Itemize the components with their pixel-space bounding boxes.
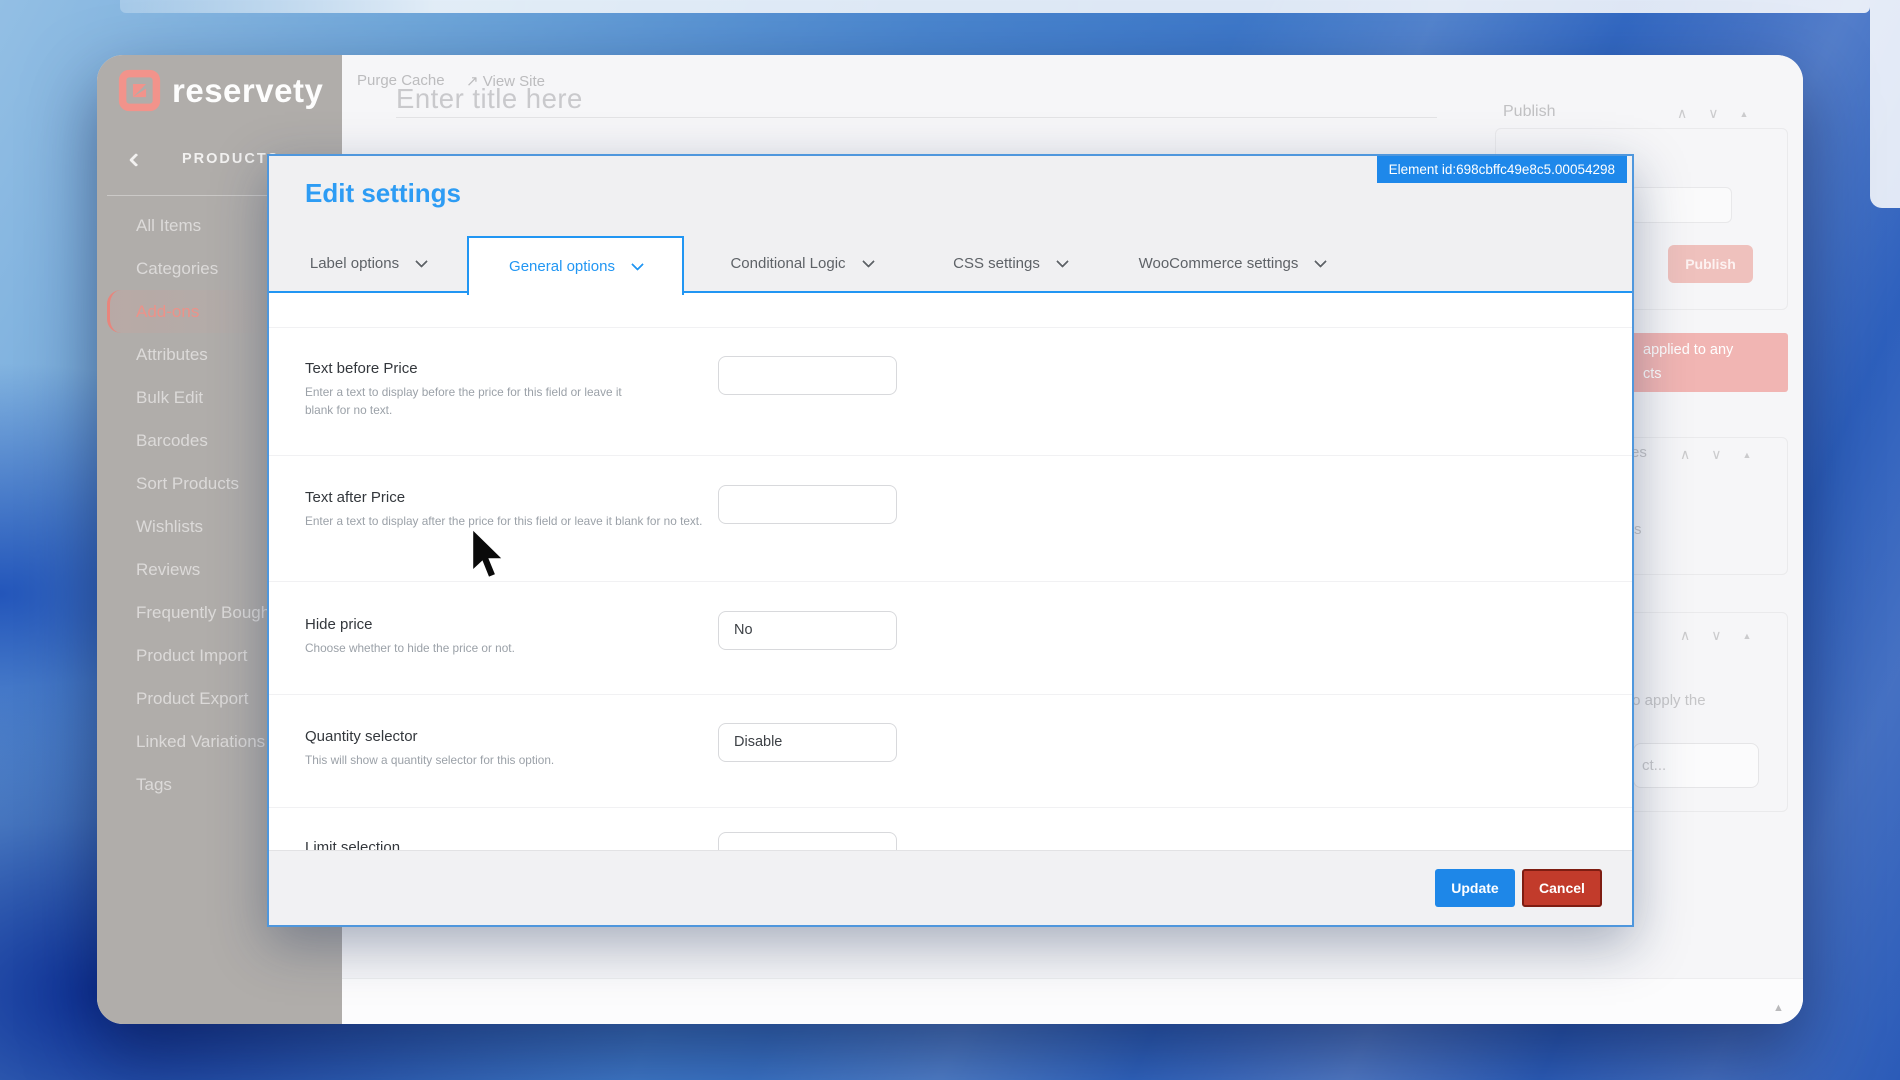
cancel-button[interactable]: Cancel [1522, 869, 1602, 907]
footer-collapse-icon[interactable]: ▲ [1773, 1002, 1784, 1014]
window-footer-bar [342, 978, 1803, 1024]
hide-price-select[interactable]: No [718, 611, 897, 650]
logo[interactable]: reservety [117, 68, 323, 113]
field-label-text-after-price: Text after Price [305, 489, 406, 506]
metabox-controls: ∧ ∨ ▲ [1680, 446, 1751, 463]
publish-panel-heading: Publish [1503, 103, 1556, 120]
collapse-toggle-icon[interactable]: ▲ [1743, 631, 1752, 641]
tab-general-options[interactable]: General options [467, 236, 684, 295]
move-down-icon[interactable]: ∨ [1711, 627, 1721, 644]
chevron-down-icon [1314, 254, 1328, 268]
chevron-down-icon [631, 257, 644, 271]
move-down-icon[interactable]: ∨ [1711, 446, 1721, 463]
warning-alert-text: applied to any [1643, 342, 1734, 358]
move-up-icon[interactable]: ∧ [1680, 627, 1690, 644]
post-title-input[interactable]: Enter title here [396, 83, 583, 115]
publish-panel-controls: ∧ ∨ ▲ [1677, 105, 1748, 122]
reservety-logo-icon [118, 69, 161, 112]
mouse-cursor-icon [471, 528, 505, 579]
product-select-input[interactable]: ct... [1633, 743, 1759, 788]
tab-woocommerce-settings[interactable]: WooCommerce settings [1101, 236, 1363, 291]
text-before-price-input[interactable] [718, 356, 897, 395]
chevron-down-icon [861, 254, 875, 268]
move-down-icon[interactable]: ∨ [1708, 105, 1718, 122]
metabox-text-fragment: s [1634, 521, 1642, 538]
element-id-badge: Element id:698cbffc49e8c5.00054298 [1376, 156, 1627, 183]
metabox-controls: ∧ ∨ ▲ [1680, 627, 1751, 644]
quantity-selector-select[interactable]: Disable [718, 723, 897, 762]
field-help-text: Enter a text to display before the price… [305, 385, 622, 417]
title-underline [396, 117, 1437, 118]
move-up-icon[interactable]: ∧ [1677, 105, 1687, 122]
move-up-icon[interactable]: ∧ [1680, 446, 1690, 463]
modal-title: Edit settings [305, 178, 462, 208]
collapse-toggle-icon[interactable]: ▲ [1743, 450, 1752, 460]
update-button[interactable]: Update [1435, 869, 1515, 907]
publish-button[interactable]: Publish [1668, 245, 1753, 283]
field-label-hide-price: Hide price [305, 616, 373, 633]
background-window-right-edge [1870, 0, 1900, 208]
text-after-price-input[interactable] [718, 485, 897, 524]
tab-css-settings[interactable]: CSS settings [919, 236, 1101, 291]
sidebar-section-label: PRODUCTS [182, 151, 280, 167]
background-window-top-edge [120, 0, 1870, 13]
metabox-text-fragment: to apply the [1628, 692, 1706, 709]
chevron-down-icon [1055, 254, 1069, 268]
warning-alert-text: cts [1643, 366, 1662, 382]
tab-label-options[interactable]: Label options [269, 236, 467, 291]
field-label-text-before-price: Text before Price [305, 360, 418, 377]
sidebar-collapse-chevron-icon[interactable] [128, 152, 144, 168]
publish-panel-field[interactable] [1630, 187, 1732, 223]
modal-footer: Update Cancel [269, 850, 1632, 925]
field-label-quantity-selector: Quantity selector [305, 728, 418, 745]
tab-strip-filler [1363, 236, 1632, 291]
chevron-down-icon [415, 254, 428, 268]
collapse-toggle-icon[interactable]: ▲ [1740, 109, 1749, 119]
tab-conditional-logic[interactable]: Conditional Logic [684, 236, 919, 291]
modal-tabs: Label options General options Conditiona… [269, 236, 1632, 295]
logo-text: reservety [172, 71, 324, 109]
